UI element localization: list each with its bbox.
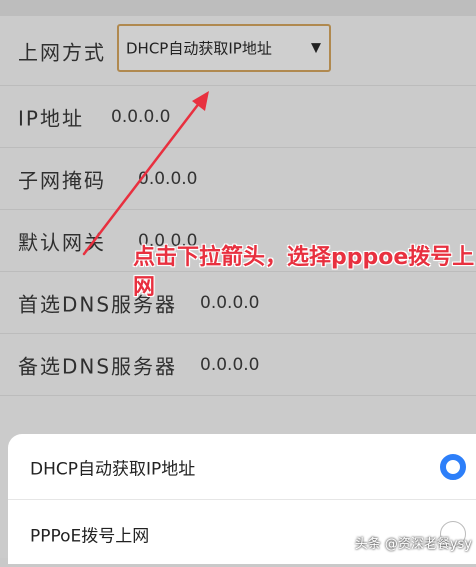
- annotation-text: 点击下拉箭头，选择pppoe拨号上网: [133, 245, 475, 300]
- default-gateway-label: 默认网关: [18, 230, 106, 254]
- subnet-mask-label: 子网掩码: [18, 168, 106, 192]
- top-strip: [0, 0, 476, 16]
- connection-type-selected: DHCP自动获取IP地址: [126, 39, 272, 58]
- secondary-dns-row: 备选DNS服务器 0.0.0.0: [0, 334, 476, 396]
- secondary-dns-value: 0.0.0.0: [200, 354, 260, 375]
- connection-type-label: 上网方式: [18, 40, 106, 64]
- connection-type-select[interactable]: DHCP自动获取IP地址 ▼: [117, 24, 331, 72]
- ip-address-row: IP地址 0.0.0.0: [0, 86, 476, 148]
- subnet-mask-row: 子网掩码 0.0.0.0: [0, 148, 476, 210]
- watermark: 头条 @资深老餐ysy: [354, 537, 472, 552]
- dropdown-arrow-icon[interactable]: ▼: [311, 41, 321, 56]
- option-dhcp[interactable]: DHCP自动获取IP地址: [8, 434, 476, 500]
- ip-address-value: 0.0.0.0: [111, 106, 171, 127]
- ip-address-label: IP地址: [18, 106, 84, 130]
- subnet-mask-value: 0.0.0.0: [138, 168, 198, 189]
- secondary-dns-label: 备选DNS服务器: [18, 354, 178, 378]
- radio-checked-icon[interactable]: [440, 453, 466, 480]
- option-dhcp-label: DHCP自动获取IP地址: [30, 459, 196, 479]
- option-pppoe-label: PPPoE拨号上网: [30, 526, 150, 547]
